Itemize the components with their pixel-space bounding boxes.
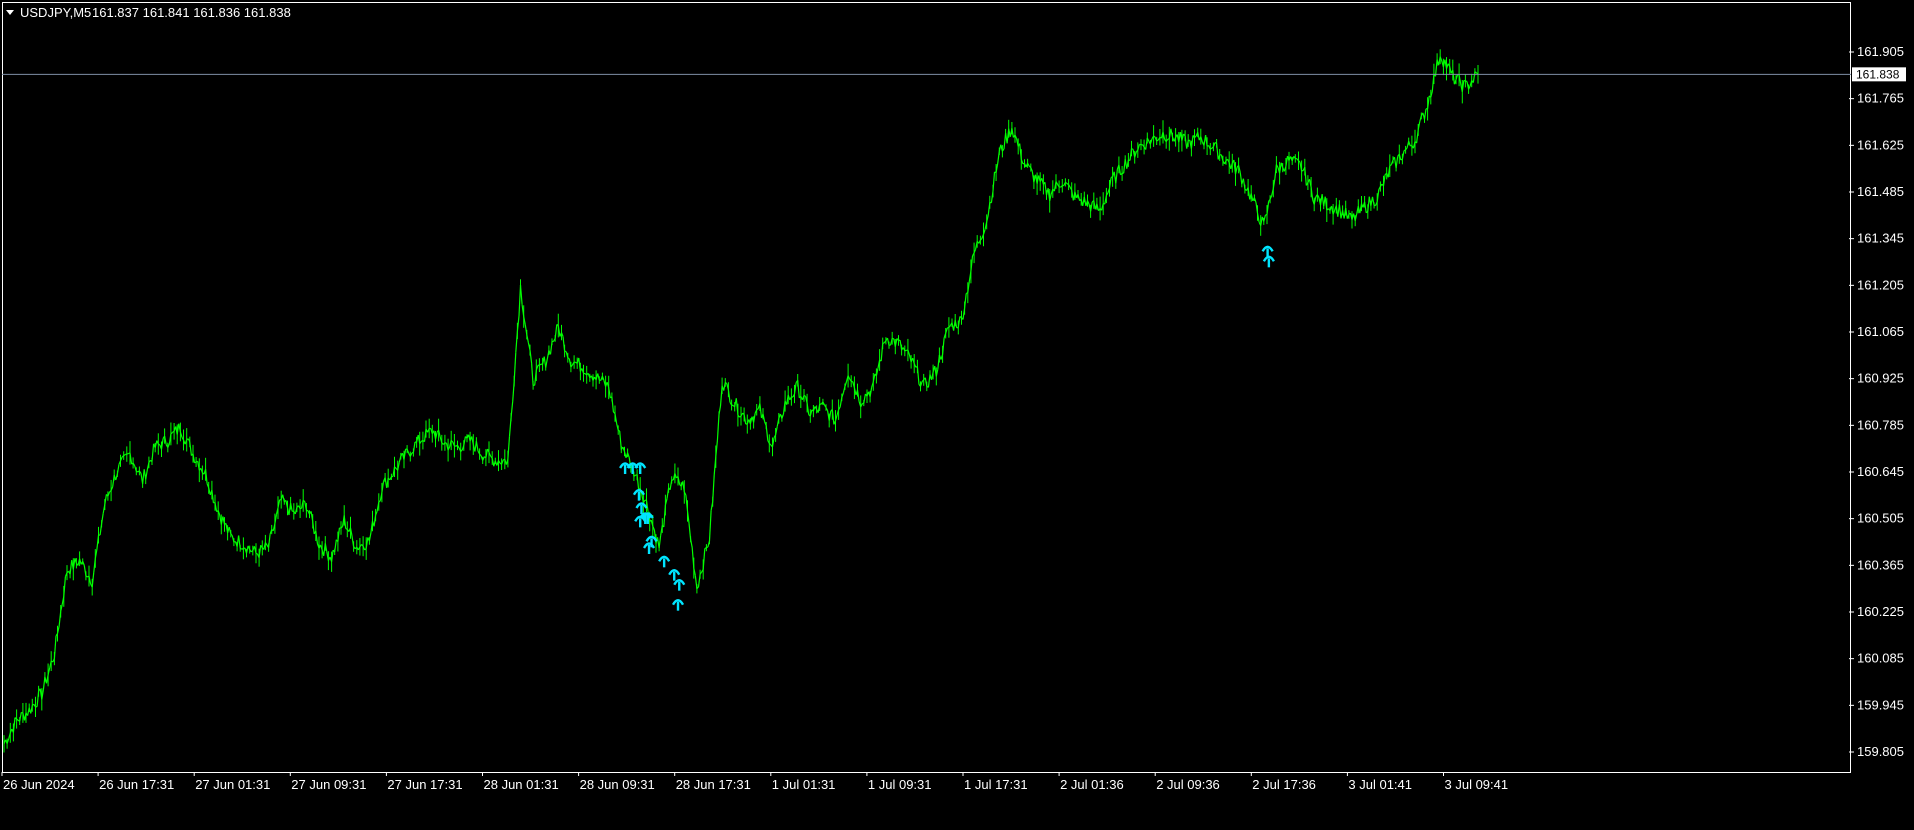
x-tick-label: 1 Jul 17:31 — [964, 777, 1028, 792]
y-tick-label: 161.625 — [1857, 137, 1904, 152]
y-tick-label: 159.945 — [1857, 697, 1904, 712]
x-tick-label: 28 Jun 09:31 — [580, 777, 655, 792]
y-tick-label: 159.805 — [1857, 744, 1904, 759]
x-tick-label: 3 Jul 09:41 — [1445, 777, 1509, 792]
x-tick-label: 1 Jul 01:31 — [772, 777, 836, 792]
arrow-up-icon[interactable] — [658, 555, 671, 568]
arrow-up-icon[interactable] — [671, 598, 685, 611]
x-tick-label: 27 Jun 17:31 — [387, 777, 462, 792]
x-tick-label: 27 Jun 09:31 — [291, 777, 366, 792]
x-tick-label: 26 Jun 2024 — [3, 777, 75, 792]
y-tick-label: 160.645 — [1857, 464, 1904, 479]
series-layer — [3, 49, 1479, 753]
y-tick-label: 161.765 — [1857, 91, 1904, 106]
y-tick-label: 161.345 — [1857, 231, 1904, 246]
x-tick-label: 2 Jul 09:36 — [1156, 777, 1220, 792]
y-tick-label: 160.225 — [1857, 604, 1904, 619]
y-axis: 161.905 161.765 161.625 161.485 161.345 161.2… — [1849, 44, 1904, 759]
current-price-label: 161.838 — [1856, 67, 1900, 81]
y-tick-label: 161.905 — [1857, 44, 1904, 59]
y-tick-label: 160.505 — [1857, 511, 1904, 526]
x-tick-label: 26 Jun 17:31 — [99, 777, 174, 792]
y-tick-label: 161.205 — [1857, 277, 1904, 292]
arrow-up-icon[interactable] — [668, 568, 681, 581]
price-chart[interactable]: USDJPY,M5 161.837 161.841 161.836 161.83… — [0, 0, 1914, 830]
arrow-up-icon[interactable] — [1261, 245, 1274, 258]
x-tick-label: 2 Jul 17:36 — [1252, 777, 1316, 792]
x-tick-label: 28 Jun 01:31 — [484, 777, 559, 792]
price-segment — [708, 510, 712, 541]
triangle-down-icon[interactable] — [6, 10, 14, 15]
x-tick-label: 27 Jun 01:31 — [195, 777, 270, 792]
y-tick-label: 160.365 — [1857, 557, 1904, 572]
symbol-label: USDJPY,M5 — [20, 5, 91, 20]
x-tick-label: 2 Jul 01:36 — [1060, 777, 1124, 792]
x-tick-label: 28 Jun 17:31 — [676, 777, 751, 792]
y-tick-label: 160.785 — [1857, 417, 1904, 432]
arrow-up-icon[interactable] — [673, 578, 686, 591]
x-axis: 26 Jun 2024 26 Jun 17:31 27 Jun 01:31 27 Ju… — [1, 772, 1509, 792]
price-segment — [716, 414, 720, 441]
y-tick-label: 161.485 — [1857, 184, 1904, 199]
y-tick-label: 161.065 — [1857, 324, 1904, 339]
x-tick-label: 1 Jul 09:31 — [868, 777, 932, 792]
ohlc-label: 161.837 161.841 161.836 161.838 — [92, 5, 291, 20]
arrow-up-icon[interactable] — [1262, 255, 1275, 268]
y-tick-label: 160.925 — [1857, 371, 1904, 386]
y-tick-label: 160.085 — [1857, 651, 1904, 666]
arrow-up-icon[interactable] — [642, 542, 656, 555]
x-tick-label: 3 Jul 01:41 — [1348, 777, 1412, 792]
chart-window: USDJPY,M5 161.837 161.841 161.836 161.83… — [0, 0, 1914, 830]
